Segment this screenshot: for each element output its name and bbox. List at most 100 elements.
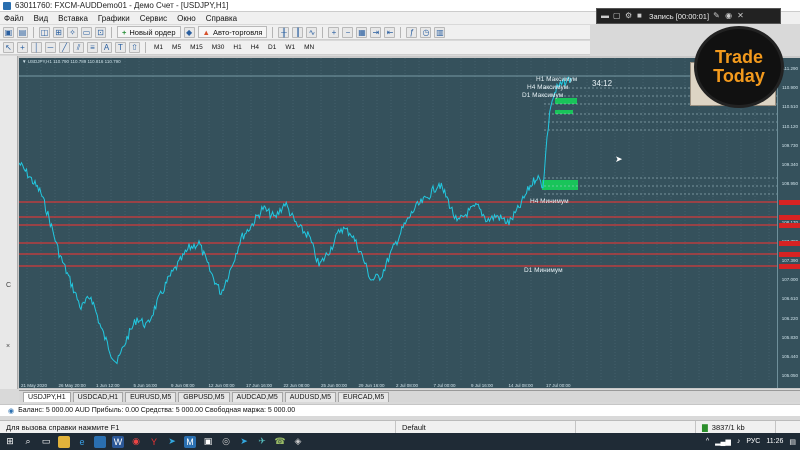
connection-icon: ▇ bbox=[702, 422, 708, 432]
metatrader-icon[interactable]: M bbox=[184, 435, 196, 448]
status-profile-text: Default bbox=[402, 422, 426, 432]
edge-icon[interactable]: e bbox=[76, 436, 88, 448]
timeframe-m5[interactable]: M5 bbox=[169, 44, 184, 51]
timeframe-m15[interactable]: M15 bbox=[187, 44, 206, 51]
menu-insert[interactable]: Вставка bbox=[58, 14, 88, 23]
messenger-icon[interactable]: ✈ bbox=[256, 436, 268, 448]
chrome-icon[interactable]: ◉ bbox=[130, 436, 142, 448]
tab-usdcad-h1[interactable]: USDCAD,H1 bbox=[72, 392, 124, 402]
zoom-icon[interactable]: ▣ bbox=[202, 436, 214, 448]
tab-eurcad-m5[interactable]: EURCAD,M5 bbox=[338, 392, 390, 402]
toolbar-divider bbox=[145, 42, 146, 53]
language-indicator[interactable]: РУС bbox=[746, 438, 760, 445]
new-chart-icon[interactable]: ▣ bbox=[3, 26, 14, 38]
panel-close-icon[interactable]: C bbox=[6, 282, 11, 289]
label-icon[interactable]: T bbox=[115, 42, 126, 53]
price-chart[interactable]: 21 May 2020 26 May 20:00 1 Jun 12:00 5 Jun … bbox=[19, 58, 777, 388]
new-order-button[interactable]: + Новый ордер bbox=[117, 26, 181, 38]
profiles-icon[interactable]: ▤ bbox=[17, 26, 28, 38]
x-axis-label: 21 May 2020 bbox=[21, 383, 48, 388]
terminal-icon[interactable]: ▭ bbox=[81, 26, 92, 38]
tab-gbpusd-m5[interactable]: GBPUSD,M5 bbox=[178, 392, 230, 402]
search-icon[interactable]: ⌕ bbox=[22, 436, 34, 448]
periods-icon[interactable]: ◷ bbox=[420, 26, 432, 38]
video-icon[interactable]: ◎ bbox=[220, 436, 232, 448]
minimize-icon[interactable]: ▬ bbox=[601, 12, 609, 20]
panel-close-icon[interactable]: × bbox=[6, 343, 10, 350]
menu-file[interactable]: Файл bbox=[4, 14, 24, 23]
timeframe-m1[interactable]: M1 bbox=[151, 44, 166, 51]
market-watch-icon[interactable]: ◫ bbox=[39, 26, 50, 38]
notification-icon[interactable]: ▤ bbox=[789, 438, 796, 446]
templates-icon[interactable]: ▥ bbox=[434, 26, 446, 38]
store-icon[interactable] bbox=[94, 435, 106, 448]
telegram-icon[interactable]: ➤ bbox=[238, 436, 250, 448]
tab-audcad-m5[interactable]: AUDCAD,M5 bbox=[231, 392, 283, 402]
x-axis-label: 7 Jul 00:00 bbox=[434, 383, 457, 388]
tray-chevron-icon[interactable]: ^ bbox=[706, 438, 709, 445]
draw-icon[interactable]: ✎ bbox=[713, 12, 721, 20]
settings-icon[interactable]: ⚙ bbox=[625, 12, 633, 20]
text-icon[interactable]: A bbox=[101, 42, 112, 53]
zoom-in-icon[interactable]: + bbox=[328, 26, 340, 38]
word-icon[interactable]: W bbox=[112, 435, 124, 448]
volume-icon[interactable]: ♪ bbox=[737, 438, 741, 445]
stop-icon[interactable]: ■ bbox=[637, 12, 645, 20]
yandex-icon[interactable]: Y bbox=[148, 436, 160, 448]
menu-help[interactable]: Справка bbox=[206, 14, 237, 23]
tab-eurusd-m5[interactable]: EURUSD,M5 bbox=[125, 392, 177, 402]
autoscroll-icon[interactable]: ⇥ bbox=[370, 26, 382, 38]
menu-charts[interactable]: Графики bbox=[98, 14, 130, 23]
start-icon[interactable]: ⊞ bbox=[4, 436, 16, 448]
window-icon[interactable]: ▢ bbox=[613, 12, 621, 20]
x-axis-label: 22 Jun 08:00 bbox=[284, 383, 311, 388]
indicators-icon[interactable]: ƒ bbox=[406, 26, 418, 38]
channel-icon[interactable]: ⫽ bbox=[73, 42, 84, 53]
horizontal-line-icon[interactable]: ─ bbox=[45, 42, 56, 53]
app-icon[interactable]: ◈ bbox=[292, 436, 304, 448]
chart-shift-icon[interactable]: ⇤ bbox=[384, 26, 396, 38]
tab-usdjpy-h1[interactable]: USDJPY,H1 bbox=[23, 392, 71, 402]
close-icon[interactable]: ✕ bbox=[737, 12, 745, 20]
navigator-icon[interactable]: ✧ bbox=[67, 26, 78, 38]
menu-view[interactable]: Вид bbox=[34, 14, 48, 23]
fibonacci-icon[interactable]: ≡ bbox=[87, 42, 98, 53]
metaeditor-icon[interactable]: ◆ bbox=[183, 26, 195, 38]
x-axis-label: 25 Jun 00:00 bbox=[321, 383, 348, 388]
telegram-icon[interactable]: ➤ bbox=[166, 436, 178, 448]
candlestick-icon[interactable]: ┃ bbox=[292, 26, 304, 38]
tile-windows-icon[interactable]: ▦ bbox=[356, 26, 368, 38]
tester-icon[interactable]: ⊡ bbox=[95, 26, 106, 38]
bar-chart-icon[interactable]: ╫ bbox=[278, 26, 290, 38]
auto-trading-label: Авто-торговля bbox=[212, 27, 263, 37]
timeframe-h4[interactable]: H4 bbox=[248, 44, 262, 51]
vertical-line-icon[interactable]: │ bbox=[31, 42, 42, 53]
data-window-icon[interactable]: ⊞ bbox=[53, 26, 64, 38]
zoom-out-icon[interactable]: − bbox=[342, 26, 354, 38]
menu-tools[interactable]: Сервис bbox=[140, 14, 167, 23]
arrow-icon[interactable]: ⇧ bbox=[129, 42, 140, 53]
line-chart-icon[interactable]: ∿ bbox=[306, 26, 318, 38]
timeframe-w1[interactable]: W1 bbox=[282, 44, 298, 51]
zone-box bbox=[542, 180, 578, 190]
timeframe-h1[interactable]: H1 bbox=[230, 44, 244, 51]
camera-icon[interactable]: ◉ bbox=[725, 12, 733, 20]
auto-trading-button[interactable]: ▲ Авто-торговля bbox=[197, 26, 268, 38]
y-axis-label: 110.510 bbox=[782, 104, 798, 110]
viber-icon[interactable]: ☎ bbox=[274, 436, 286, 448]
recording-label: Запись [00:00:01] bbox=[649, 11, 710, 21]
network-icon[interactable]: ▂▄▆ bbox=[715, 438, 731, 446]
toolbar-divider bbox=[111, 26, 112, 38]
tab-audusd-m5[interactable]: AUDUSD,M5 bbox=[284, 392, 336, 402]
trendline-icon[interactable]: ╱ bbox=[59, 42, 70, 53]
timeframe-mn[interactable]: MN bbox=[301, 44, 317, 51]
timeframe-d1[interactable]: D1 bbox=[265, 44, 279, 51]
crosshair-icon[interactable]: + bbox=[17, 42, 28, 53]
menu-window[interactable]: Окно bbox=[177, 14, 196, 23]
clock[interactable]: 11:26 bbox=[766, 438, 783, 445]
timeframe-m30[interactable]: M30 bbox=[209, 44, 228, 51]
task-view-icon[interactable]: ▭ bbox=[40, 436, 52, 448]
cursor-icon[interactable]: ↖ bbox=[3, 42, 14, 53]
explorer-icon[interactable] bbox=[58, 435, 70, 448]
x-axis-label: 17 Jun 16:00 bbox=[246, 383, 273, 388]
